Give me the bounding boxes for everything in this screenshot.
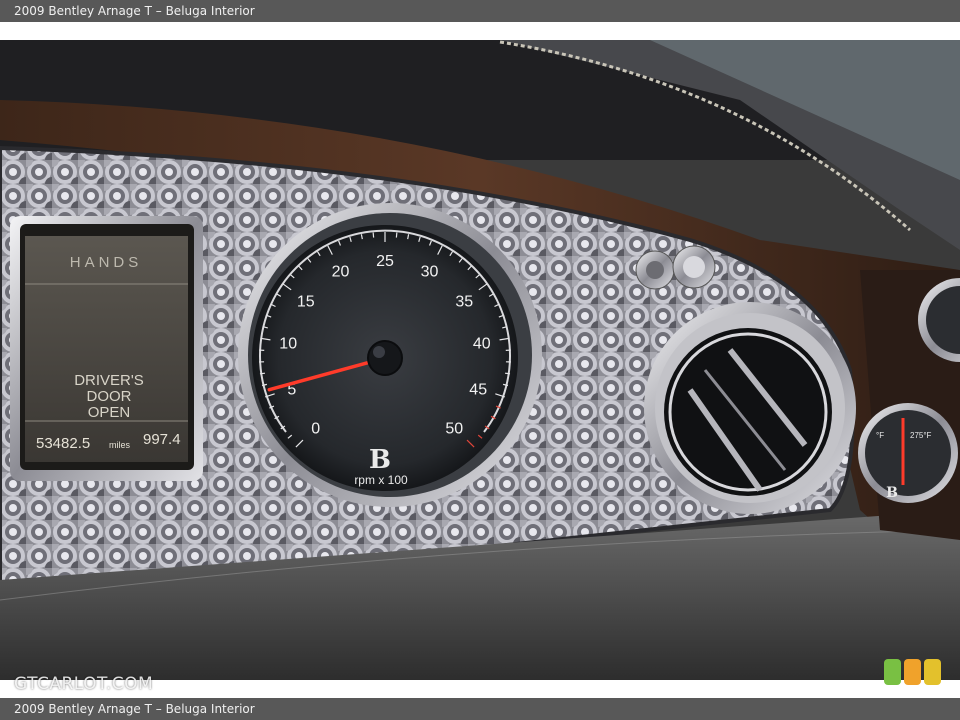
logo-square-yellow: [924, 659, 941, 685]
tach-tick: [504, 372, 511, 375]
message-line-3: OPEN: [88, 404, 131, 421]
tach-label: 15: [297, 293, 315, 310]
tach-tick: [259, 372, 266, 375]
tach-label: 10: [279, 336, 297, 353]
display-top-text: HANDS: [70, 254, 143, 271]
dashboard-photo: 0 5 10 15 20 25 30 35 40 45 50 B rpm x 100 °F 275°…: [0, 40, 960, 680]
tach-label: 30: [421, 264, 439, 281]
tach-label: 45: [469, 381, 487, 398]
temp-logo: B: [886, 485, 898, 501]
tach-label: 50: [445, 420, 463, 437]
temp-right-label: 275°F: [910, 431, 932, 440]
temp-left-label: °F: [876, 431, 884, 440]
logo-square-green: [884, 659, 901, 685]
tach-label: 0: [311, 420, 320, 437]
tach-logo: B: [369, 445, 391, 475]
odometer-unit: miles: [109, 440, 131, 450]
watermark: GTCARLOT.COM: [14, 674, 154, 694]
site-logo: [884, 659, 941, 685]
message-line-1: DRIVER'S: [74, 372, 144, 389]
message-line-2: DOOR: [87, 388, 132, 405]
tach-label: 25: [376, 253, 394, 270]
logo-square-orange: [904, 659, 921, 685]
tach-label: 35: [455, 293, 473, 310]
caption-top: 2009 Bentley Arnage T – Beluga Interior: [0, 0, 960, 22]
odometer-value: 53482.5: [36, 435, 90, 452]
caption-bottom: 2009 Bentley Arnage T – Beluga Interior: [0, 698, 960, 720]
trip-value: 997.4: [143, 431, 181, 448]
tach-unit: rpm x 100: [354, 473, 408, 487]
tach-label: 40: [473, 336, 491, 353]
tach-label: 20: [332, 264, 350, 281]
